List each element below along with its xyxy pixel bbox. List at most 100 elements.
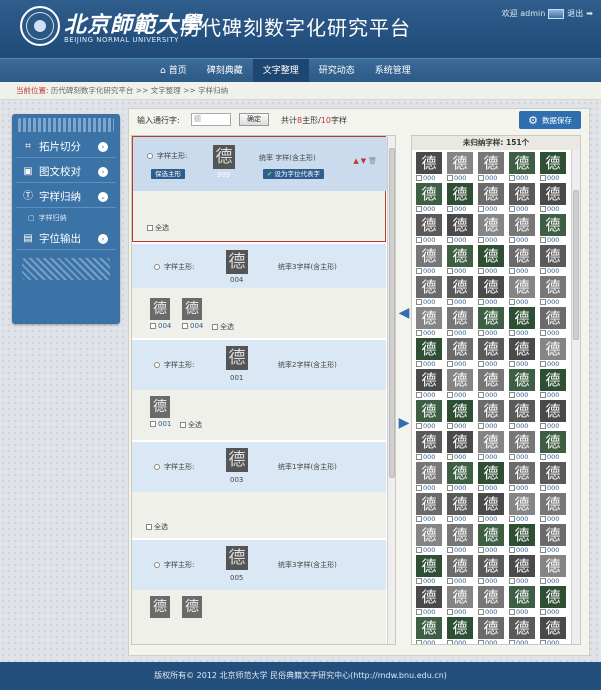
glyph-image[interactable]: 德 bbox=[447, 214, 473, 236]
glyph-image[interactable]: 德 bbox=[540, 462, 566, 484]
select-all-checkbox[interactable]: 全选 bbox=[147, 223, 169, 233]
glyph-code[interactable]: 000 bbox=[540, 422, 568, 430]
glyph-image[interactable]: 德 bbox=[478, 400, 504, 422]
glyph-image[interactable]: 德 bbox=[478, 338, 504, 360]
glyph-code[interactable]: 000 bbox=[447, 608, 475, 616]
unassigned-glyph-cell[interactable]: 德 000 bbox=[478, 183, 506, 213]
glyph-image[interactable]: 德 bbox=[509, 493, 535, 515]
glyph-code[interactable]: 000 bbox=[540, 608, 568, 616]
glyph-code[interactable]: 000 bbox=[478, 515, 506, 523]
unassigned-glyph-cell[interactable]: 德 000 bbox=[478, 307, 506, 337]
glyph-image[interactable]: 德 bbox=[478, 586, 504, 608]
glyph-code[interactable]: 000 bbox=[447, 453, 475, 461]
glyph-image[interactable]: 德 bbox=[509, 524, 535, 546]
radio-button[interactable] bbox=[154, 362, 160, 368]
glyph-image[interactable]: 德 bbox=[416, 431, 442, 453]
glyph-image[interactable]: 德 bbox=[540, 152, 566, 174]
glyph-image[interactable]: 德 bbox=[478, 183, 504, 205]
radio-button[interactable] bbox=[154, 464, 160, 470]
unassigned-glyph-cell[interactable]: 德 000 bbox=[416, 183, 444, 213]
glyph-code[interactable]: 000 bbox=[540, 453, 568, 461]
glyph-code[interactable]: 000 bbox=[509, 329, 537, 337]
glyph-image[interactable]: 德 bbox=[478, 617, 504, 639]
unassigned-glyph-cell[interactable]: 德 000 bbox=[509, 586, 537, 616]
glyph-code[interactable]: 000 bbox=[509, 515, 537, 523]
unassigned-glyph-cell[interactable]: 德 000 bbox=[478, 586, 506, 616]
unassigned-glyph-cell[interactable]: 德 000 bbox=[416, 524, 444, 554]
unassigned-glyph-cell[interactable]: 德 000 bbox=[447, 617, 475, 644]
glyph-code[interactable]: 000 bbox=[540, 577, 568, 585]
unassigned-glyph-cell[interactable]: 德 000 bbox=[447, 245, 475, 275]
unassigned-glyph-cell[interactable]: 德 000 bbox=[416, 276, 444, 306]
main-glyph-image[interactable]: 德 bbox=[226, 346, 248, 370]
unassigned-glyph-cell[interactable]: 德 000 bbox=[509, 338, 537, 368]
glyph-code[interactable]: 000 bbox=[478, 546, 506, 554]
glyph-image[interactable]: 德 bbox=[416, 276, 442, 298]
logout-arrow-icon[interactable]: ➡ bbox=[586, 9, 593, 18]
glyph-code[interactable]: 000 bbox=[540, 174, 568, 182]
nav-home[interactable]: ⌂ 首页 bbox=[150, 59, 197, 83]
unassigned-glyph-cell[interactable]: 德 000 bbox=[447, 400, 475, 430]
glyph-image[interactable]: 德 bbox=[447, 400, 473, 422]
glyph-code[interactable]: 000 bbox=[447, 329, 475, 337]
unassigned-glyph-cell[interactable]: 德 000 bbox=[509, 493, 537, 523]
unassigned-glyph-cell[interactable]: 德 000 bbox=[447, 152, 475, 182]
glyph-code[interactable]: 000 bbox=[416, 546, 444, 554]
unassigned-glyph-cell[interactable]: 德 000 bbox=[478, 369, 506, 399]
unassigned-glyph-cell[interactable]: 德 000 bbox=[540, 307, 568, 337]
glyph-code[interactable]: 000 bbox=[509, 391, 537, 399]
unassigned-glyph-cell[interactable]: 德 000 bbox=[416, 462, 444, 492]
reorder-controls[interactable]: ▲▼🗑 bbox=[353, 157, 379, 165]
unassigned-glyph-cell[interactable]: 德 000 bbox=[447, 369, 475, 399]
unassigned-glyph-cell[interactable]: 德 000 bbox=[540, 245, 568, 275]
unassigned-glyph-cell[interactable]: 德 000 bbox=[509, 431, 537, 461]
trash-icon[interactable]: 🗑 bbox=[368, 157, 379, 165]
glyph-image[interactable]: 德 bbox=[447, 152, 473, 174]
glyph-code[interactable]: 000 bbox=[509, 298, 537, 306]
glyph-image[interactable]: 德 bbox=[447, 524, 473, 546]
unassigned-glyph-cell[interactable]: 德 000 bbox=[509, 307, 537, 337]
glyph-image[interactable]: 德 bbox=[478, 462, 504, 484]
glyph-image[interactable]: 德 bbox=[478, 245, 504, 267]
unassigned-glyph-cell[interactable]: 德 000 bbox=[478, 493, 506, 523]
glyph-image[interactable]: 德 bbox=[416, 400, 442, 422]
glyph-code[interactable]: 000 bbox=[478, 360, 506, 368]
glyph-code[interactable]: 000 bbox=[509, 608, 537, 616]
unassigned-glyph-cell[interactable]: 德 000 bbox=[478, 152, 506, 182]
glyph-image[interactable]: 德 bbox=[416, 617, 442, 639]
glyph-image[interactable]: 德 bbox=[447, 245, 473, 267]
glyph-image[interactable]: 德 bbox=[416, 555, 442, 577]
glyph-code[interactable]: 000 bbox=[540, 484, 568, 492]
sidebar-subitem-glyph-induction[interactable]: ▢ 字样归纳 bbox=[16, 211, 116, 225]
unassigned-glyph-cell[interactable]: 德 000 bbox=[416, 555, 444, 585]
set-representative-button[interactable]: ✔ 设为字位代表字 bbox=[263, 169, 325, 179]
glyph-image[interactable]: 德 bbox=[447, 555, 473, 577]
unassigned-glyph-cell[interactable]: 德 000 bbox=[478, 400, 506, 430]
breadcrumb-path[interactable]: 历代碑刻数字化研究平台 >> 文字整理 >> 字样归纳 bbox=[51, 86, 228, 95]
glyph-code[interactable]: 000 bbox=[416, 174, 444, 182]
glyph-code[interactable]: 000 bbox=[478, 174, 506, 182]
unassigned-glyph-cell[interactable]: 德 000 bbox=[416, 431, 444, 461]
glyph-image[interactable]: 德 bbox=[540, 400, 566, 422]
unassigned-glyph-cell[interactable]: 德 000 bbox=[540, 400, 568, 430]
glyph-image[interactable]: 德 bbox=[447, 431, 473, 453]
unassigned-glyph-cell[interactable]: 德 000 bbox=[447, 586, 475, 616]
glyph-code[interactable]: 000 bbox=[478, 391, 506, 399]
glyph-image[interactable]: 德 bbox=[509, 617, 535, 639]
glyph-group[interactable]: 字样主形: 德 003 统率1字样(含主形) 全选 bbox=[132, 442, 386, 538]
glyph-group[interactable]: 字样主形: 德 005 统率3字样(含主形) 德 德 bbox=[132, 540, 386, 644]
glyph-group[interactable]: 字样主形: 德 001 统率2字样(含主形) 德 001 全选 bbox=[132, 340, 386, 440]
glyph-code[interactable]: 000 bbox=[540, 639, 568, 644]
unassigned-glyph-cell[interactable]: 德 000 bbox=[447, 307, 475, 337]
glyph-image[interactable]: 德 bbox=[540, 245, 566, 267]
unassigned-glyph-cell[interactable]: 德 000 bbox=[509, 276, 537, 306]
character-input[interactable]: 德 bbox=[191, 113, 231, 126]
glyph-image[interactable]: 德 bbox=[509, 555, 535, 577]
glyph-image[interactable]: 德 bbox=[416, 152, 442, 174]
glyph-code[interactable]: 000 bbox=[416, 236, 444, 244]
unassigned-glyph-cell[interactable]: 德 000 bbox=[540, 462, 568, 492]
glyph-code[interactable]: 000 bbox=[540, 205, 568, 213]
glyph-code[interactable]: 000 bbox=[540, 267, 568, 275]
glyph-code[interactable]: 000 bbox=[416, 639, 444, 644]
unassigned-glyph-cell[interactable]: 德 000 bbox=[509, 245, 537, 275]
